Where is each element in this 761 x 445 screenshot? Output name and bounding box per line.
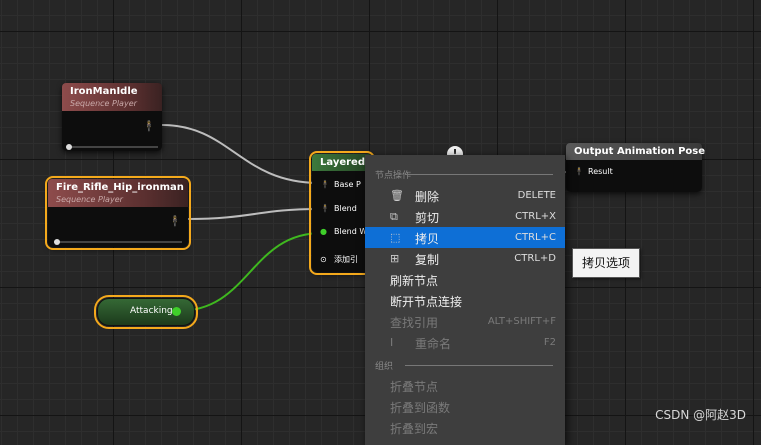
copy-tooltip: 拷贝选项	[572, 248, 640, 278]
attacking-variable-node[interactable]: Attacking	[94, 295, 198, 329]
section-divider	[405, 365, 553, 366]
watermark: CSDN @阿赵3D	[655, 408, 746, 422]
menu-item-rename[interactable]: I 重命名 F2	[365, 332, 565, 353]
menu-item-refresh-nodes[interactable]: 刷新节点	[365, 269, 565, 290]
pose-wire-rifle-to-blend	[187, 208, 319, 220]
base-pose-pin[interactable]: 🕴 Base P	[320, 180, 361, 189]
context-menu: 节点操作 🗑 删除 DELETE ⧉ 剪切 CTRL+X ⬚ 拷贝 CTRL+C…	[365, 155, 565, 445]
menu-item-duplicate[interactable]: ⊞ 复制 CTRL+D	[365, 248, 565, 269]
playback-bar[interactable]	[68, 146, 158, 148]
sequence-player-node-idle[interactable]: IronManIdle Sequence Player 🕴	[62, 83, 162, 151]
pose-pin-icon: 🕴	[574, 167, 584, 176]
pose-pin-icon: 🕴	[320, 180, 330, 189]
node-title: Layered b	[320, 157, 376, 168]
blend-pose-pin[interactable]: 🕴 Blend	[320, 204, 357, 213]
menu-item-break-links[interactable]: 断开节点连接	[365, 290, 565, 311]
node-title: Output Animation Pose	[574, 146, 706, 157]
output-pose-node[interactable]: Output Animation Pose 🕴 Result	[566, 143, 706, 192]
menu-item-cut[interactable]: ⧉ 剪切 CTRL+X	[365, 206, 565, 227]
result-pin[interactable]: 🕴 Result	[574, 167, 613, 176]
rename-icon: I	[390, 336, 394, 349]
node-title: IronManIdle	[70, 86, 138, 97]
blend-weight-pin[interactable]: ● Blend W	[320, 227, 367, 236]
node-subtitle: Sequence Player	[56, 195, 123, 204]
pose-wire-idle-to-base	[161, 124, 319, 184]
variable-label: Attacking	[130, 306, 173, 316]
node-header: Layered b	[312, 154, 376, 171]
bool-wire-attacking-to-blend-weight	[177, 232, 323, 312]
add-pin-icon: ⊙	[320, 255, 327, 264]
copy-icon: ⬚	[390, 231, 401, 244]
pose-pin-icon[interactable]: 🕴	[142, 120, 156, 133]
section-divider	[405, 174, 553, 175]
playback-handle[interactable]	[54, 239, 60, 245]
trash-icon: 🗑	[390, 189, 404, 202]
bool-pin-icon[interactable]	[172, 307, 181, 316]
menu-item-find-references[interactable]: 查找引用 ALT+SHIFT+F	[365, 311, 565, 332]
pose-pin-icon: 🕴	[320, 204, 330, 213]
playback-bar[interactable]	[54, 241, 182, 243]
menu-item-collapse-to-macro[interactable]: 折叠到宏	[365, 417, 565, 438]
sequence-player-node-rifle[interactable]: Fire_Rifle_Hip_ironman Sequence Player 🕴	[45, 176, 191, 250]
menu-item-copy[interactable]: ⬚ 拷贝 CTRL+C	[365, 227, 565, 248]
layered-blend-node[interactable]: Layered b 🕴 Base P 🕴 Blend ● Blend W ⊙ 添加引	[309, 151, 376, 275]
add-pin-button[interactable]: ⊙ 添加引	[320, 254, 358, 265]
node-header: Output Animation Pose	[566, 143, 706, 160]
node-title: Fire_Rifle_Hip_ironman	[56, 182, 184, 193]
pose-pin-icon[interactable]: 🕴	[168, 215, 182, 228]
menu-item-delete[interactable]: 🗑 删除 DELETE	[365, 185, 565, 206]
menu-item-collapse-to-function[interactable]: 折叠到函数	[365, 396, 565, 417]
node-header: Fire_Rifle_Hip_ironman Sequence Player	[48, 179, 188, 207]
cut-icon: ⧉	[390, 210, 398, 223]
node-header: IronManIdle Sequence Player	[62, 83, 162, 111]
playback-handle[interactable]	[66, 144, 72, 150]
menu-item-collapse-nodes[interactable]: 折叠节点	[365, 375, 565, 396]
duplicate-icon: ⊞	[390, 252, 400, 265]
section-label-organize: 组织	[375, 362, 394, 372]
bool-pin-icon: ●	[320, 227, 327, 236]
node-subtitle: Sequence Player	[70, 99, 137, 108]
